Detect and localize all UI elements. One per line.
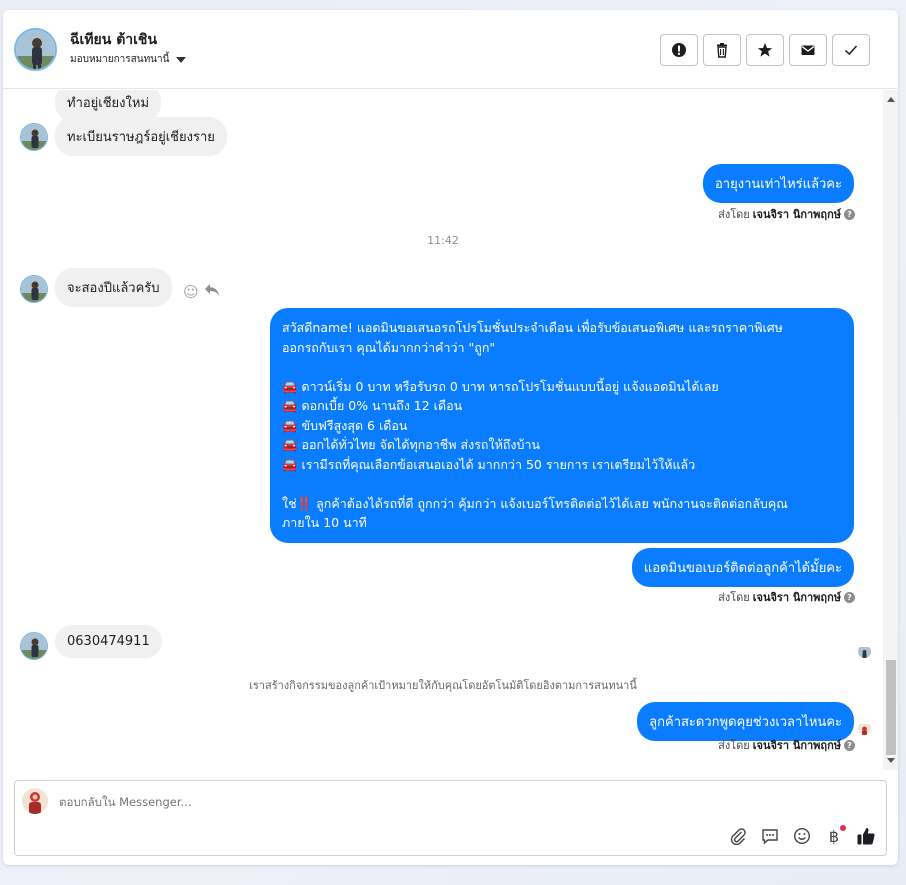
incoming-message: 0630474911 — [55, 625, 162, 658]
info-icon[interactable]: ? — [844, 208, 855, 220]
mark-done-button[interactable] — [832, 34, 870, 66]
emoji-button[interactable] — [792, 826, 812, 846]
sent-by-label: ส่งโดย เจนจิรา นิกาพฤกษ์ ? — [718, 205, 855, 223]
emoji-icon — [793, 827, 811, 845]
contact-name: ฉีเทียน ต้าเชิน — [70, 32, 158, 48]
incoming-message: จะสองปีแล้วครับ — [55, 268, 172, 307]
outgoing-message: แอดมินขอเบอร์ติดต่อลูกค้าได้มั้ยคะ — [631, 548, 854, 587]
star-icon — [757, 43, 773, 57]
sent-by-label: ส่งโดย เจนจิรา นิกาพฤกษ์ ? — [718, 736, 855, 754]
sender-avatar — [20, 123, 48, 151]
sent-by-label: ส่งโดย เจนจิรา นิกาพฤกษ์ ? — [718, 588, 855, 606]
scroll-down-icon[interactable] — [887, 758, 895, 763]
attach-button[interactable] — [728, 826, 748, 846]
agent-avatar — [858, 722, 871, 735]
reply-icon[interactable] — [204, 283, 220, 301]
payment-button[interactable]: ฿ — [824, 825, 846, 846]
sender-avatar — [20, 632, 48, 660]
sender-avatar — [20, 275, 48, 303]
star-button[interactable] — [746, 34, 784, 66]
emoji-react-icon[interactable]: ☺ — [183, 283, 199, 301]
scroll-up-icon[interactable] — [887, 97, 895, 102]
baht-icon: ฿ — [828, 826, 840, 846]
reply-composer: ฿ — [14, 780, 887, 856]
saved-reply-icon — [762, 829, 778, 845]
contact-avatar[interactable] — [14, 28, 57, 71]
attach-icon — [730, 828, 746, 845]
trash-icon — [717, 43, 727, 58]
conversation-header: ฉีเทียน ต้าเชิน มอบหมายการสนทนานี้ — [3, 10, 898, 89]
saved-reply-button[interactable] — [760, 826, 780, 846]
mail-icon — [801, 45, 815, 55]
message-list[interactable]: ทำอยู่เชียงใหม่ ทะเบียนราษฎร์อยู่เชียงรา… — [3, 90, 883, 770]
like-icon — [857, 828, 875, 845]
info-icon[interactable]: ? — [844, 739, 855, 751]
reply-input[interactable] — [59, 795, 559, 809]
info-icon[interactable]: ? — [844, 591, 855, 603]
like-button[interactable] — [856, 826, 876, 846]
caret-down-icon — [176, 56, 187, 63]
seen-avatar — [858, 645, 871, 658]
message-scrollbar[interactable] — [883, 90, 898, 770]
assign-label: มอบหมายการสนทนานี้ — [70, 54, 170, 65]
outgoing-promo-message: สวัสดีname! แอดมินขอเสนอรถโปรโมชั่นประจำ… — [270, 308, 854, 543]
mark-unread-button[interactable] — [789, 34, 827, 66]
scroll-thumb[interactable] — [886, 660, 896, 755]
check-icon — [844, 45, 858, 56]
assign-conversation-dropdown[interactable]: มอบหมายการสนทนานี้ — [70, 52, 187, 67]
outgoing-message: อายุงานเท่าไหร่แล้วคะ — [703, 164, 854, 203]
timestamp: 11:42 — [427, 234, 459, 247]
alert-icon — [672, 43, 686, 57]
system-message: เราสร้างกิจกรรมของลูกค้าเป้าหมายให้กับคุ… — [249, 679, 637, 692]
notification-dot — [840, 825, 846, 831]
conversation-panel: ฉีเทียน ต้าเชิน มอบหมายการสนทนานี้ ทำอยู… — [3, 10, 898, 865]
agent-avatar — [22, 788, 48, 814]
mark-spam-button[interactable] — [660, 34, 698, 66]
delete-button[interactable] — [703, 34, 741, 66]
incoming-message: ทะเบียนราษฎร์อยู่เชียงราย — [55, 117, 227, 156]
